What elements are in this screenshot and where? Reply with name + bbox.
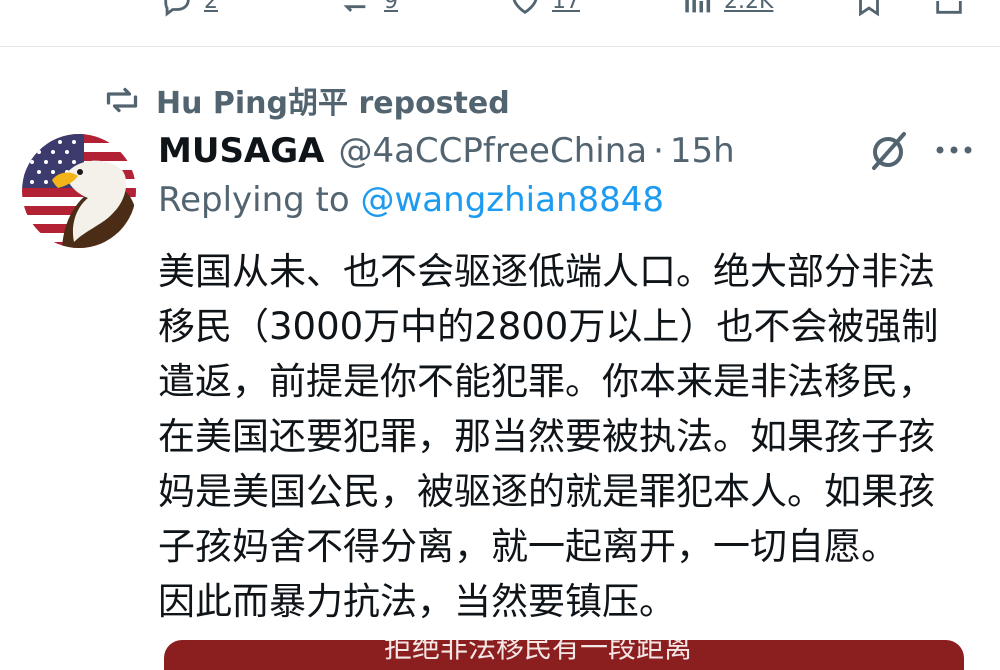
tweet-text-line: 妈是美国公民，被驱逐的就是罪犯本人。如果孩 bbox=[158, 470, 935, 513]
bookmark-button[interactable] bbox=[852, 0, 886, 18]
like-button[interactable]: 17 bbox=[508, 0, 580, 18]
tweet-divider bbox=[0, 46, 1000, 47]
eagle-flag-avatar-image bbox=[22, 134, 136, 248]
media-caption: 拒绝非法移民有一段距离 bbox=[384, 640, 693, 664]
repost-attribution[interactable]: Hu Ping胡平 reposted bbox=[104, 80, 510, 121]
repost-button[interactable]: 9 bbox=[334, 0, 398, 18]
author-handle[interactable]: @4aCCPfreeChina bbox=[338, 131, 647, 171]
reply-button[interactable]: 2 bbox=[160, 0, 218, 18]
like-count: 17 bbox=[552, 0, 580, 14]
header-separator: · bbox=[653, 131, 664, 171]
tweet-text-line: 在美国还要犯罪，那当然要被执法。如果孩子孩 bbox=[158, 415, 935, 458]
tweet-header: MUSAGA @4aCCPfreeChina · 15h bbox=[158, 128, 735, 174]
author-name[interactable]: MUSAGA bbox=[158, 131, 324, 171]
replying-to-mention[interactable]: @wangzhian8848 bbox=[361, 180, 665, 220]
tweet-text: 美国从未、也不会驱逐低端人口。绝大部分非法 移民（3000万中的2800万以上）… bbox=[158, 244, 998, 629]
tweet-media-card[interactable]: 拒绝非法移民有一段距离 bbox=[164, 640, 964, 670]
more-options-button[interactable] bbox=[934, 140, 974, 160]
tweet-text-line: 移民（3000万中的2800万以上）也不会被强制 bbox=[158, 305, 939, 348]
tweet-text-line: 遣返，前提是你不能犯罪。你本来是非法移民， bbox=[158, 360, 935, 403]
views-count: 2.2K bbox=[724, 0, 774, 14]
reply-icon bbox=[164, 0, 190, 17]
repost-count: 9 bbox=[384, 0, 398, 14]
views-button[interactable]: 2.2K bbox=[680, 0, 773, 18]
tweet-text-line: 子孩妈舍不得分离，就一起离开，一切自愿。 bbox=[158, 525, 898, 568]
share-button[interactable] bbox=[932, 0, 966, 18]
grok-button[interactable] bbox=[866, 128, 912, 174]
repost-icon bbox=[343, 5, 366, 12]
tweet-timestamp[interactable]: 15h bbox=[670, 131, 735, 171]
bookmark-icon bbox=[859, 0, 879, 17]
repost-icon bbox=[106, 87, 138, 113]
avatar[interactable] bbox=[22, 134, 136, 248]
grok-icon bbox=[872, 132, 906, 170]
tweet-text-line: 美国从未、也不会驱逐低端人口。绝大部分非法 bbox=[158, 250, 935, 293]
tweet-action-bar: 2 9 17 2.2K bbox=[0, 0, 1000, 46]
tweet-text-line: 因此而暴力抗法，当然要镇压。 bbox=[158, 580, 676, 623]
share-icon bbox=[936, 1, 962, 14]
replying-to-prefix: Replying to bbox=[158, 180, 361, 220]
reply-count: 2 bbox=[204, 0, 218, 14]
replying-to: Replying to @wangzhian8848 bbox=[158, 180, 664, 220]
views-icon bbox=[685, 0, 711, 13]
repost-text: Hu Ping胡平 reposted bbox=[156, 86, 510, 121]
like-icon bbox=[512, 0, 538, 15]
more-horizontal-icon bbox=[936, 146, 972, 154]
